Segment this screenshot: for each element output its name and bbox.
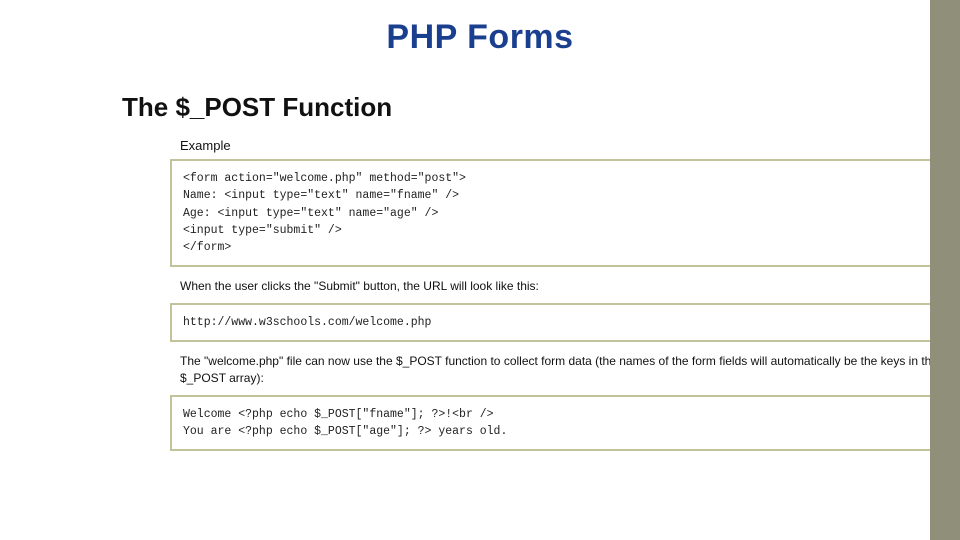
slide-subtitle: The $_POST Function	[0, 57, 960, 133]
example-label: Example	[170, 133, 938, 159]
code-block-welcome: Welcome <?php echo $_POST["fname"]; ?>!<…	[170, 395, 938, 452]
slide-title: PHP Forms	[0, 0, 960, 57]
description-url: When the user clicks the "Submit" button…	[170, 270, 938, 302]
description-post: The "welcome.php" file can now use the $…	[170, 345, 938, 395]
content-area: Example <form action="welcome.php" metho…	[0, 133, 960, 451]
code-block-url: http://www.w3schools.com/welcome.php	[170, 303, 938, 342]
right-sidebar	[930, 0, 960, 540]
code-block-form: <form action="welcome.php" method="post"…	[170, 159, 938, 267]
